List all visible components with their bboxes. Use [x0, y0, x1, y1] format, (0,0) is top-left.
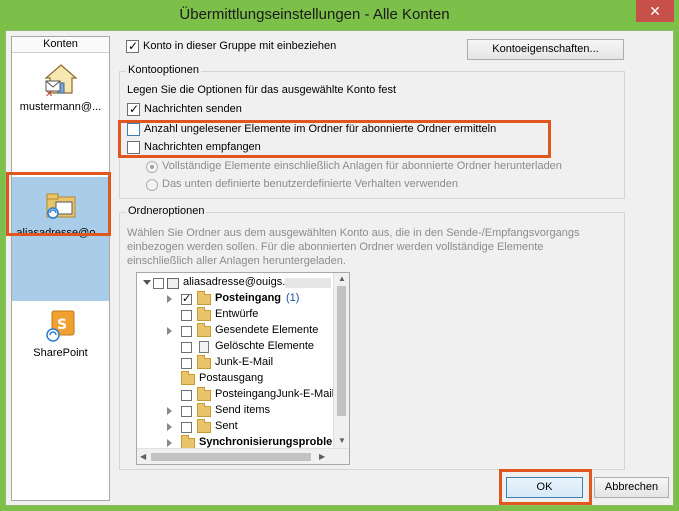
full-items-radio[interactable]	[146, 161, 158, 173]
svg-text:S: S	[57, 317, 67, 333]
folder-icon	[197, 387, 211, 401]
mailbox-icon	[167, 278, 179, 289]
account-options-title: Kontooptionen	[126, 64, 201, 76]
tree-vertical-scrollbar[interactable]: ▲ ▼	[333, 273, 349, 449]
tree-item-junk[interactable]: Junk-E-Mail	[137, 355, 333, 371]
scroll-left-icon[interactable]: ◀	[140, 453, 146, 461]
highlight-ok-button	[499, 469, 592, 505]
tree-checkbox[interactable]	[181, 326, 192, 337]
sent-folder-icon	[197, 323, 211, 337]
tree-label: Synchronisierungsprobleme	[199, 436, 333, 448]
folder-tree: aliasadresse@ouigs. Posteingang (1) Entw…	[136, 272, 350, 465]
account-item-mustermann[interactable]: ✕ mustermann@...	[12, 63, 109, 113]
send-messages-checkbox[interactable]	[127, 102, 140, 116]
folder-options-description-1: Wählen Sie Ordner aus dem ausgewählten K…	[127, 227, 580, 239]
tree-item-sent-items[interactable]: Gesendete Elemente	[137, 323, 333, 339]
custom-behavior-radio[interactable]	[146, 179, 158, 191]
tree-checkbox[interactable]	[181, 390, 192, 401]
tree-horizontal-scrollbar[interactable]: ◀ ▶	[137, 448, 349, 464]
scroll-up-icon[interactable]: ▲	[338, 275, 346, 283]
send-messages-label: Nachrichten senden	[144, 103, 242, 115]
tree-label: Sent	[215, 420, 238, 432]
drafts-folder-icon	[197, 307, 211, 321]
tree-item-outbox[interactable]: Postausgang	[137, 371, 333, 387]
tree-label: Gesendete Elemente	[215, 324, 319, 336]
tree-label: Junk-E-Mail	[215, 356, 274, 368]
tree-checkbox[interactable]	[181, 342, 192, 353]
sharepoint-icon: S	[44, 309, 78, 343]
folder-icon	[197, 291, 211, 305]
tree-label: Entwürfe	[215, 308, 259, 320]
account-label: SharePoint	[33, 347, 88, 359]
junk-folder-icon	[197, 355, 211, 369]
tree-label: Send items	[215, 404, 271, 416]
tree-item-inbox-junk[interactable]: PosteingangJunk-E-Mail	[137, 387, 335, 403]
custom-behavior-label: Das unten definierte benutzerdefinierte …	[162, 178, 458, 190]
tree-checkbox[interactable]	[181, 422, 192, 433]
tree-item-sent[interactable]: Sent	[137, 419, 333, 435]
account-item-sharepoint[interactable]: S SharePoint	[12, 309, 109, 359]
scroll-down-icon[interactable]: ▼	[338, 437, 346, 445]
account-label: mustermann@...	[19, 101, 102, 113]
include-account-label: Konto in dieser Gruppe mit einbeziehen	[143, 40, 337, 52]
account-options-description: Legen Sie die Optionen für das ausgewähl…	[127, 84, 397, 96]
title-bar: Übermittlungseinstellungen - Alle Konten…	[0, 0, 679, 30]
tree-label: Posteingang	[215, 292, 282, 304]
folder-options-description-3: einschließlich aller Anlagen heruntergel…	[127, 255, 346, 267]
redacted-text	[285, 278, 331, 288]
svg-text:✕: ✕	[45, 89, 53, 97]
expand-arrow-icon[interactable]	[167, 439, 172, 447]
window-title: Übermittlungseinstellungen - Alle Konten	[179, 6, 450, 23]
expand-arrow-icon[interactable]	[167, 327, 172, 335]
folder-options-group: Ordneroptionen Wählen Sie Ordner aus dem…	[119, 205, 625, 470]
dialog-client: Konten ✕ mustermann@... aliasadresse@o..…	[5, 30, 674, 506]
scroll-right-icon[interactable]: ▶	[319, 453, 325, 461]
trash-icon	[199, 341, 209, 353]
tree-label: PosteingangJunk-E-Mail	[215, 388, 335, 400]
tree-label: Gelöschte Elemente	[215, 340, 315, 352]
folder-icon	[197, 419, 211, 433]
cancel-button[interactable]: Abbrechen	[594, 477, 669, 498]
unread-count: (1)	[286, 292, 300, 304]
expand-arrow-icon[interactable]	[143, 280, 151, 285]
expand-arrow-icon[interactable]	[167, 407, 172, 415]
horizontal-scroll-thumb[interactable]	[151, 453, 311, 461]
tree-checkbox[interactable]	[153, 278, 164, 289]
accounts-header: Konten	[12, 37, 109, 53]
full-items-label: Vollständige Elemente einschließlich Anl…	[162, 160, 562, 172]
folder-icon	[197, 403, 211, 417]
highlight-selected-account	[6, 172, 111, 236]
expand-arrow-icon[interactable]	[167, 295, 172, 303]
folder-options-title: Ordneroptionen	[126, 205, 207, 217]
tree-checkbox[interactable]	[181, 292, 192, 305]
tree-checkbox[interactable]	[181, 310, 192, 321]
vertical-scroll-thumb[interactable]	[337, 286, 346, 416]
accounts-list: Konten ✕ mustermann@... aliasadresse@o..…	[11, 36, 110, 501]
folder-options-description-2: einbezogen werden sollen. Für die abonni…	[127, 241, 544, 253]
outbox-folder-icon	[181, 371, 195, 385]
tree-checkbox[interactable]	[181, 406, 192, 417]
tree-item-inbox[interactable]: Posteingang (1)	[137, 291, 333, 307]
tree-item-send-items[interactable]: Send items	[137, 403, 333, 419]
house-mail-icon: ✕	[43, 63, 78, 100]
expand-arrow-icon[interactable]	[167, 423, 172, 431]
tree-item-drafts[interactable]: Entwürfe	[137, 307, 333, 323]
tree-item-deleted[interactable]: Gelöschte Elemente	[137, 339, 333, 355]
tree-checkbox[interactable]	[181, 358, 192, 369]
tree-label: aliasadresse@ouigs.	[183, 276, 286, 288]
tree-root[interactable]: aliasadresse@ouigs.	[137, 275, 333, 291]
tree-label: Postausgang	[199, 372, 264, 384]
highlight-receive-options	[118, 120, 551, 158]
include-account-checkbox[interactable]	[126, 39, 139, 53]
close-button[interactable]: ✕	[636, 0, 674, 22]
account-properties-button[interactable]: Kontoeigenschaften...	[467, 39, 624, 60]
